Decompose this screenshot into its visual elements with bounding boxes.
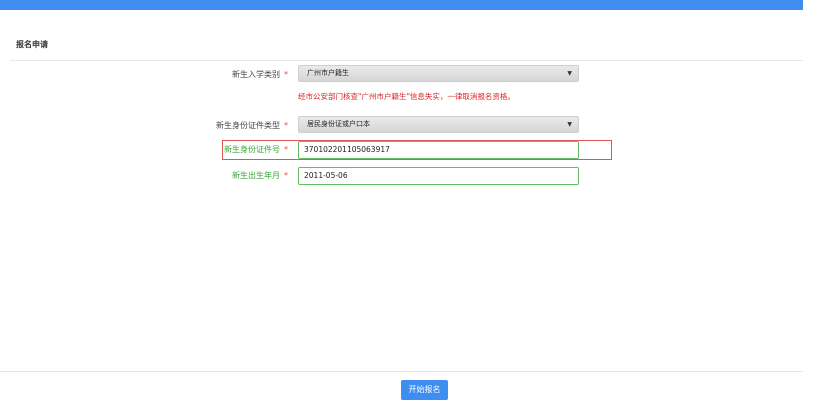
start-registration-button[interactable]: 开始报名 bbox=[401, 380, 448, 400]
admission-type-label-text: 新生入学类别 bbox=[232, 70, 280, 79]
divider bbox=[10, 60, 803, 61]
dropdown-arrow-icon: ▼ bbox=[567, 121, 572, 128]
admission-warning: 经市公安部门核查"广州市户籍生"信息失实，一律取消报名资格。 bbox=[298, 92, 515, 101]
admission-type-select[interactable]: 广州市户籍生 ▼ bbox=[298, 65, 579, 82]
required-mark: * bbox=[284, 70, 288, 79]
birth-month-input[interactable]: 2011-05-06 bbox=[298, 167, 579, 185]
id-type-label-text: 新生身份证件类型 bbox=[216, 121, 280, 130]
dropdown-arrow-icon: ▼ bbox=[567, 70, 572, 77]
required-mark: * bbox=[284, 171, 288, 180]
id-number-input[interactable]: 370102201105063917 bbox=[298, 141, 579, 159]
admission-type-selected: 广州市户籍生 bbox=[307, 69, 349, 77]
id-type-label: 新生身份证件类型 * bbox=[216, 120, 288, 131]
required-mark: * bbox=[284, 121, 288, 130]
top-bar bbox=[0, 0, 803, 10]
id-type-select[interactable]: 居民身份证或户口本 ▼ bbox=[298, 116, 579, 133]
birth-month-label: 新生出生年月 * bbox=[232, 170, 288, 181]
required-mark: * bbox=[284, 145, 288, 154]
id-number-label-text: 新生身份证件号 bbox=[224, 145, 280, 154]
id-number-label: 新生身份证件号 * bbox=[224, 144, 288, 155]
id-type-selected: 居民身份证或户口本 bbox=[307, 120, 370, 128]
admission-type-label: 新生入学类别 * bbox=[232, 69, 288, 80]
birth-month-label-text: 新生出生年月 bbox=[232, 171, 280, 180]
page-title: 报名申请 bbox=[16, 40, 48, 49]
divider bbox=[0, 371, 803, 372]
